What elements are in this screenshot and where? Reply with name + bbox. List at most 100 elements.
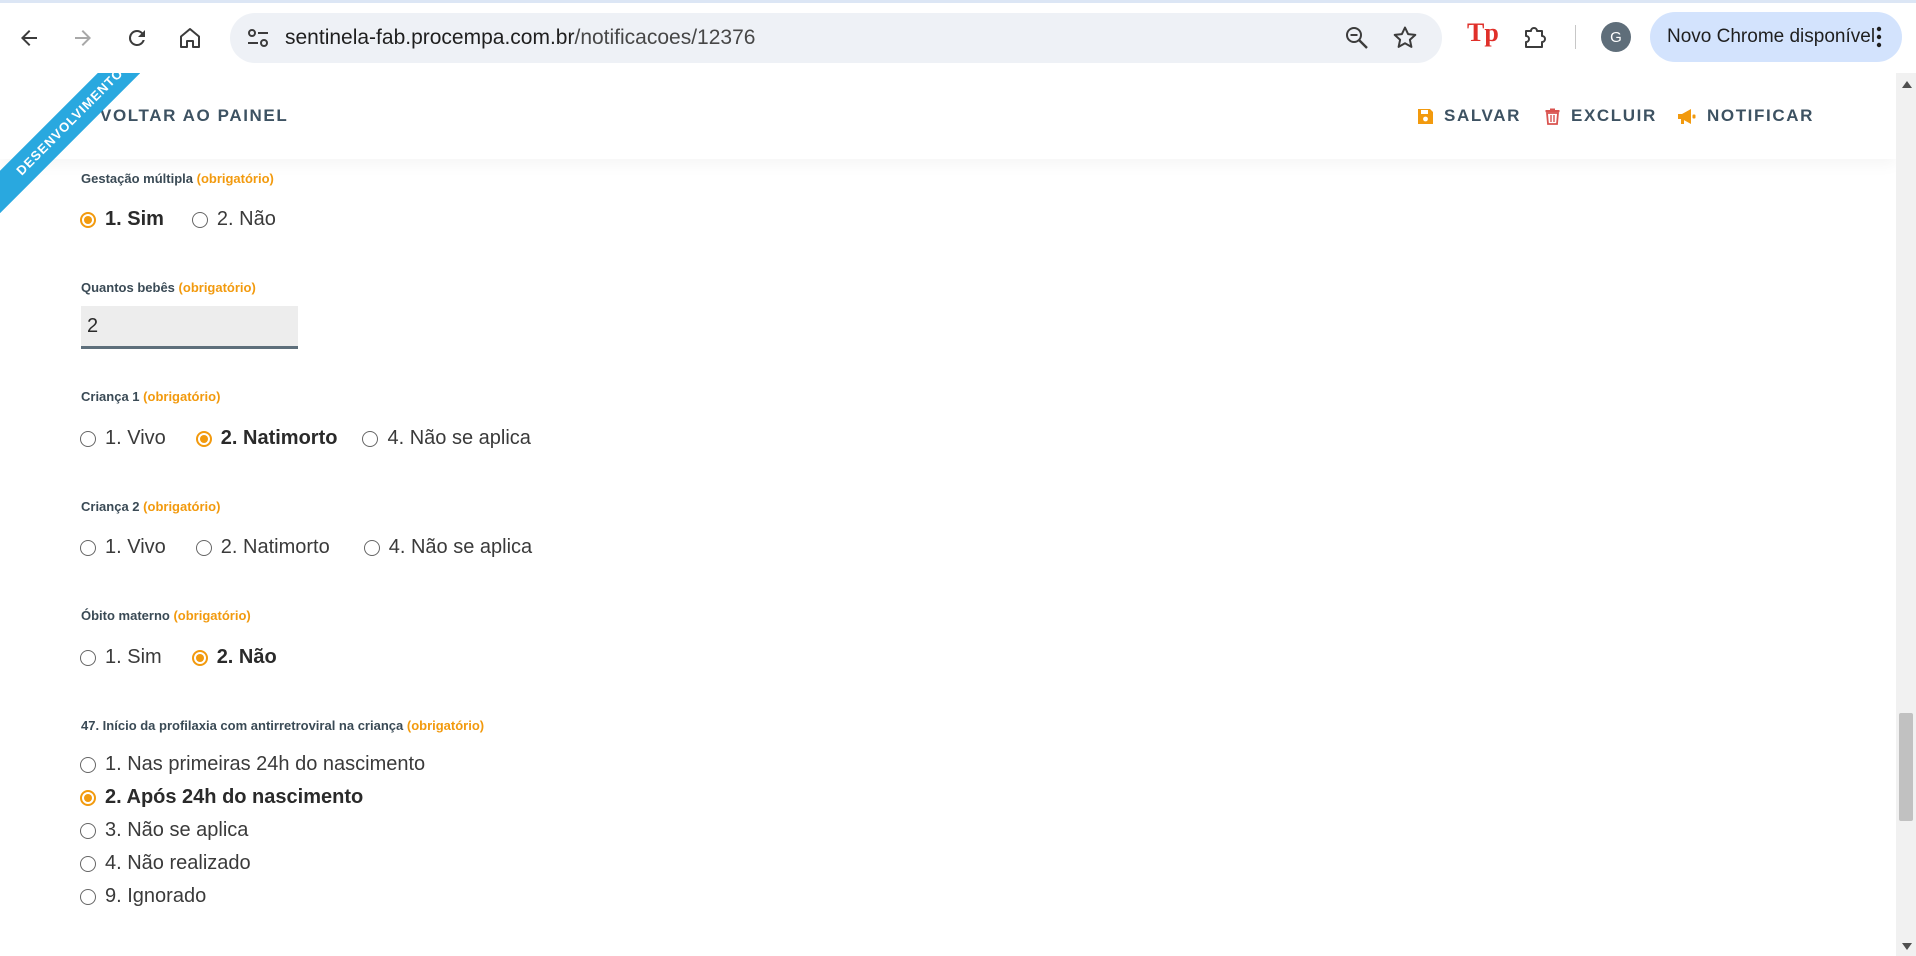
radio-button[interactable]: [80, 855, 96, 872]
radio-option[interactable]: 3. Não se aplica: [80, 814, 425, 847]
field-label-text: Criança 2: [81, 499, 140, 514]
bookmark-star-icon[interactable]: [1392, 25, 1418, 51]
forward-button[interactable]: [63, 18, 103, 58]
delete-button[interactable]: EXCLUIR: [1544, 106, 1657, 126]
kebab-menu-icon[interactable]: [1876, 25, 1882, 49]
tab-strip-edge: [0, 0, 1916, 3]
radio-button[interactable]: [80, 888, 96, 905]
environment-ribbon: DESENVOLVIMENTO: [0, 73, 140, 213]
app-header: VOLTAR AO PAINEL SALVAR EXCLUIR NOTIFICA…: [0, 73, 1896, 159]
radio-button[interactable]: [80, 822, 96, 839]
required-tag: (obrigatório): [143, 389, 221, 404]
radio-button[interactable]: [80, 789, 96, 806]
save-label: SALVAR: [1444, 106, 1521, 125]
chrome-update-button[interactable]: Novo Chrome disponível: [1650, 12, 1902, 62]
trash-icon: [1545, 108, 1560, 125]
url-text[interactable]: sentinela-fab.procempa.com.br/notificaco…: [285, 26, 755, 50]
radio-option[interactable]: 1. Sim: [80, 646, 162, 669]
radio-option[interactable]: 2. Não: [191, 646, 277, 669]
radio-option[interactable]: 2. Após 24h do nascimento: [80, 781, 425, 814]
option-label: 4. Não se aplica: [388, 536, 533, 558]
url-host: sentinela-fab.procempa.com.br: [285, 26, 575, 49]
option-label: 2. Após 24h do nascimento: [105, 786, 364, 808]
field-label-text: Óbito materno: [81, 608, 170, 623]
radio-option[interactable]: 4. Não se aplica: [363, 536, 533, 559]
notify-button[interactable]: NOTIFICAR: [1677, 106, 1814, 126]
radio-option[interactable]: 2. Não: [191, 208, 276, 231]
environment-ribbon-text: DESENVOLVIMENTO: [0, 73, 140, 213]
radio-option[interactable]: 2. Natimorto: [195, 536, 330, 559]
radio-button[interactable]: [80, 756, 96, 773]
toolbar-separator: [1575, 25, 1576, 49]
required-tag: (obrigatório): [173, 608, 251, 623]
field-label-text: Criança 1: [81, 389, 140, 404]
prophylaxis-label: 47. Início da profilaxia com antirretrov…: [81, 718, 484, 733]
maternal-death-label: Óbito materno (obrigatório): [81, 608, 251, 623]
required-tag: (obrigatório): [406, 718, 485, 733]
arrow-left-icon: [21, 30, 37, 46]
radio-button[interactable]: [195, 539, 212, 556]
home-button[interactable]: [170, 18, 210, 58]
save-button[interactable]: SALVAR: [1417, 106, 1521, 126]
arrow-right-icon: [75, 30, 91, 46]
required-tag: (obrigatório): [196, 171, 274, 186]
maternal-death-options: 1. Sim 2. Não: [80, 646, 277, 669]
reload-icon: [128, 29, 145, 46]
radio-button[interactable]: [80, 211, 96, 228]
back-button[interactable]: [9, 18, 49, 58]
option-label: 4. Não se aplica: [387, 427, 531, 449]
site-settings-icon[interactable]: [244, 24, 272, 52]
field-label-text: 47. Início da profilaxia com antirretrov…: [81, 718, 404, 733]
child1-options: 1. Vivo 2. Natimorto 4. Não se aplica: [80, 427, 531, 450]
scroll-down-arrow-icon[interactable]: [1902, 943, 1912, 950]
option-label: 1. Vivo: [105, 536, 166, 558]
extension-tp-icon[interactable]: Tp: [1467, 18, 1499, 50]
child1-label: Criança 1 (obrigatório): [81, 389, 220, 404]
extensions-puzzle-icon[interactable]: [1520, 21, 1552, 53]
required-tag: (obrigatório): [178, 280, 256, 295]
update-label: Novo Chrome disponível: [1667, 26, 1876, 47]
option-label: 4. Não realizado: [105, 852, 251, 874]
radio-button[interactable]: [80, 539, 96, 556]
radio-button[interactable]: [80, 430, 96, 447]
address-bar[interactable]: sentinela-fab.procempa.com.br/notificaco…: [230, 13, 1442, 63]
child2-options: 1. Vivo 2. Natimorto 4. Não se aplica: [80, 536, 532, 559]
zoom-icon[interactable]: [1344, 25, 1370, 51]
radio-option[interactable]: 2. Natimorto: [195, 427, 338, 450]
option-label: 3. Não se aplica: [105, 819, 249, 841]
browser-toolbar: sentinela-fab.procempa.com.br/notificaco…: [0, 0, 1916, 74]
url-path: /notificacoes/12376: [574, 26, 756, 49]
field-label-text: Quantos bebês: [81, 280, 175, 295]
radio-option[interactable]: 4. Não realizado: [80, 847, 425, 880]
option-label: 2. Natimorto: [220, 427, 338, 449]
radio-button[interactable]: [191, 649, 208, 666]
radio-button[interactable]: [80, 649, 96, 666]
radio-button[interactable]: [191, 211, 208, 228]
scrollbar-thumb[interactable]: [1899, 713, 1913, 821]
radio-button[interactable]: [363, 539, 380, 556]
reload-button[interactable]: [117, 18, 157, 58]
option-label: 2. Não: [216, 208, 276, 230]
radio-option[interactable]: 1. Vivo: [80, 427, 166, 450]
home-icon: [180, 28, 200, 48]
option-label: 9. Ignorado: [105, 885, 207, 907]
profile-avatar[interactable]: G: [1601, 22, 1631, 52]
option-label: 1. Nas primeiras 24h do nascimento: [105, 753, 426, 775]
radio-button[interactable]: [362, 430, 379, 447]
babies-count-label: Quantos bebês (obrigatório): [81, 280, 256, 295]
option-label: 1. Sim: [105, 646, 162, 668]
radio-option[interactable]: 1. Vivo: [80, 536, 166, 559]
radio-option[interactable]: 9. Ignorado: [80, 880, 425, 913]
scroll-up-arrow-icon[interactable]: [1902, 81, 1912, 88]
option-label: 2. Natimorto: [220, 536, 330, 558]
notify-label: NOTIFICAR: [1707, 106, 1814, 125]
radio-option[interactable]: 1. Nas primeiras 24h do nascimento: [80, 748, 425, 781]
delete-label: EXCLUIR: [1571, 106, 1657, 125]
radio-button[interactable]: [195, 430, 212, 447]
child2-label: Criança 2 (obrigatório): [81, 499, 220, 514]
radio-option[interactable]: 4. Não se aplica: [362, 427, 531, 450]
page-scrollbar[interactable]: [1896, 73, 1916, 956]
megaphone-icon: [1678, 108, 1696, 124]
babies-count-input[interactable]: [81, 306, 298, 349]
page-content: DESENVOLVIMENTO VOLTAR AO PAINEL SALVAR …: [0, 73, 1896, 956]
